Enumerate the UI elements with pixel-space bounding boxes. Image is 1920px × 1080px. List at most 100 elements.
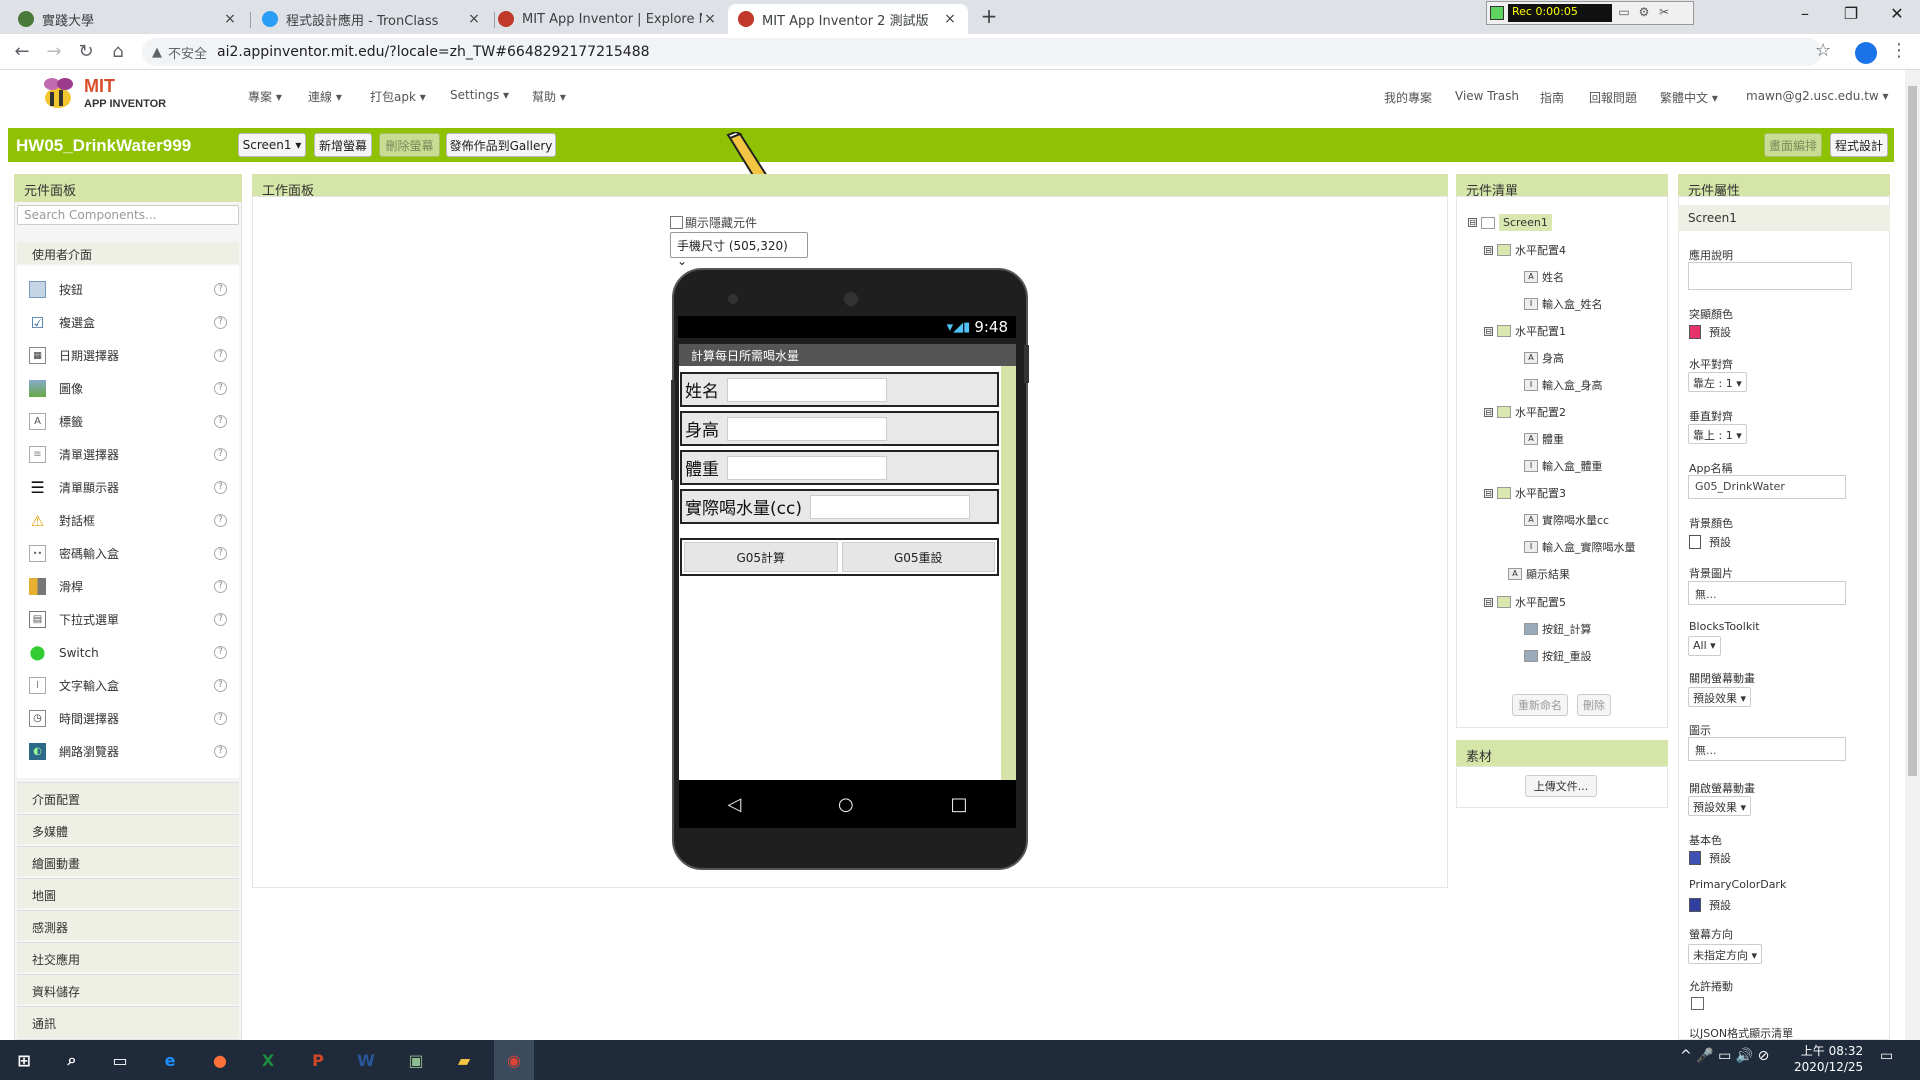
language-menu[interactable]: 繁體中文 ▾ bbox=[1660, 89, 1718, 106]
blocks-toolkit-dropdown[interactable]: All ▾ bbox=[1688, 636, 1721, 656]
palette-item-notifier[interactable]: ⚠ 對話框 ? bbox=[17, 504, 239, 537]
add-screen-button[interactable]: 新增螢幕 bbox=[314, 133, 372, 157]
category-layout[interactable]: 介面配置 bbox=[17, 782, 239, 812]
tab-app-inventor[interactable]: MIT App Inventor 2 測試版 × bbox=[728, 4, 968, 34]
new-tab-button[interactable]: + bbox=[975, 4, 1003, 28]
help-icon[interactable]: ? bbox=[214, 415, 227, 428]
omnibox[interactable]: ▲ 不安全 ai2.appinventor.mit.edu/?locale=zh… bbox=[142, 38, 1822, 66]
app-name-input[interactable]: G05_DrinkWater bbox=[1688, 475, 1846, 499]
tree-node-arrangement[interactable]: ⊟ 水平配置2 bbox=[1484, 404, 1566, 420]
component-search-input[interactable]: Search Components... bbox=[17, 205, 239, 225]
file-explorer-icon[interactable]: ▰ bbox=[452, 1048, 476, 1072]
arrangement-water[interactable]: 實際喝水量(cc) bbox=[680, 489, 999, 524]
water-textbox[interactable] bbox=[809, 494, 970, 519]
palette-item-webviewer[interactable]: ◐ 網路瀏覽器 ? bbox=[17, 735, 239, 768]
home-icon[interactable]: ⌂ bbox=[106, 40, 130, 64]
firefox-icon[interactable]: ● bbox=[208, 1048, 232, 1072]
help-icon[interactable]: ? bbox=[214, 613, 227, 626]
collapse-icon[interactable]: ⊟ bbox=[1484, 326, 1493, 336]
system-tray-icons[interactable]: ^ 🎤 ▭ 🔊 ⊘ bbox=[1680, 1048, 1769, 1064]
tree-node-button[interactable]: 按鈕_重設 bbox=[1524, 648, 1592, 664]
tree-node-textbox[interactable]: I 輸入盒_實際喝水量 bbox=[1524, 539, 1636, 555]
category-sensors[interactable]: 感測器 bbox=[17, 910, 239, 940]
tree-node-arrangement[interactable]: ⊟ 水平配置1 bbox=[1484, 323, 1566, 339]
menu-projects[interactable]: 專案 ▾ bbox=[248, 88, 282, 105]
nav-guide[interactable]: 指南 bbox=[1540, 89, 1564, 106]
tab-usc[interactable]: 實踐大學 × bbox=[8, 4, 248, 34]
show-hidden-checkbox[interactable]: 顯示隱藏元件 bbox=[670, 214, 757, 231]
help-icon[interactable]: ? bbox=[214, 679, 227, 692]
tree-node-arrangement[interactable]: ⊟ 水平配置3 bbox=[1484, 485, 1566, 501]
name-textbox[interactable] bbox=[727, 377, 887, 402]
category-drawing[interactable]: 繪圖動畫 bbox=[17, 846, 239, 876]
open-animation-dropdown[interactable]: 預設效果 ▾ bbox=[1688, 796, 1752, 816]
back-arrow-icon[interactable]: ← bbox=[10, 40, 34, 64]
upload-file-button[interactable]: 上傳文件... bbox=[1525, 775, 1597, 797]
palette-item-list-picker[interactable]: ≡ 清單選擇器 ? bbox=[17, 438, 239, 471]
tree-node-arrangement[interactable]: ⊟ 水平配置5 bbox=[1484, 594, 1566, 610]
nav-report-issue[interactable]: 回報問題 bbox=[1589, 89, 1637, 106]
account-menu[interactable]: mawn@g2.usc.edu.tw ▾ bbox=[1746, 89, 1889, 103]
palette-item-switch[interactable]: ⬤ Switch ? bbox=[17, 636, 239, 669]
collapse-icon[interactable]: ⊟ bbox=[1484, 597, 1493, 607]
align-vertical-dropdown[interactable]: 靠上 : 1 ▾ bbox=[1688, 424, 1747, 444]
weight-textbox[interactable] bbox=[727, 455, 887, 480]
background-image-input[interactable]: 無... bbox=[1688, 581, 1846, 605]
help-icon[interactable]: ? bbox=[214, 580, 227, 593]
close-window-button[interactable]: ✕ bbox=[1874, 0, 1920, 30]
checkbox-box[interactable] bbox=[670, 216, 683, 229]
notification-icon[interactable]: ▭ bbox=[1880, 1048, 1893, 1064]
arrangement-name[interactable]: 姓名 bbox=[680, 372, 999, 407]
edge-icon[interactable]: e bbox=[158, 1048, 182, 1072]
primary-color-picker[interactable]: 預設 bbox=[1689, 850, 1731, 866]
palette-item-spinner[interactable]: ▤ 下拉式選單 ? bbox=[17, 603, 239, 636]
nav-my-projects[interactable]: 我的專案 bbox=[1384, 89, 1432, 106]
accent-color-picker[interactable]: 預設 bbox=[1689, 324, 1731, 340]
help-icon[interactable]: ? bbox=[214, 646, 227, 659]
category-social[interactable]: 社交應用 bbox=[17, 942, 239, 972]
help-icon[interactable]: ? bbox=[214, 316, 227, 329]
tree-node-textbox[interactable]: I 輸入盒_體重 bbox=[1524, 458, 1603, 474]
taskbar-clock[interactable]: 上午 08:32 2020/12/25 bbox=[1794, 1043, 1863, 1075]
collapse-icon[interactable]: ⊟ bbox=[1468, 218, 1477, 227]
palette-item-label[interactable]: A 標籤 ? bbox=[17, 405, 239, 438]
close-icon[interactable]: × bbox=[942, 11, 958, 27]
page-scrollbar[interactable] bbox=[1905, 70, 1920, 1040]
mit-app-inventor-logo[interactable]: MIT APP INVENTOR bbox=[36, 74, 186, 114]
tree-node-button[interactable]: 按鈕_計算 bbox=[1524, 621, 1592, 637]
reload-icon[interactable]: ↻ bbox=[74, 40, 98, 64]
tab-tronclass[interactable]: 程式設計應用 - TronClass × bbox=[252, 4, 492, 34]
background-color-picker[interactable]: 預設 bbox=[1689, 534, 1731, 550]
rename-button[interactable]: 重新命名 bbox=[1512, 694, 1568, 716]
arrangement-buttons[interactable]: G05計算 G05重設 bbox=[680, 538, 999, 576]
palette-item-date-picker[interactable]: ▦ 日期選擇器 ? bbox=[17, 339, 239, 372]
help-icon[interactable]: ? bbox=[214, 283, 227, 296]
palette-item-button[interactable]: 按鈕 ? bbox=[17, 273, 239, 306]
tab-explore-mit[interactable]: MIT App Inventor | Explore MIT × bbox=[488, 4, 728, 34]
close-animation-dropdown[interactable]: 預設效果 ▾ bbox=[1688, 687, 1752, 707]
nav-view-trash[interactable]: View Trash bbox=[1455, 89, 1519, 103]
scrollable-checkbox[interactable] bbox=[1691, 997, 1704, 1010]
menu-connect[interactable]: 連線 ▾ bbox=[308, 88, 342, 105]
screen-select[interactable]: Screen1 ▾ bbox=[238, 133, 306, 157]
help-icon[interactable]: ? bbox=[214, 745, 227, 758]
tree-node-screen1[interactable]: ⊟ Screen1 bbox=[1468, 214, 1552, 231]
palette-item-checkbox[interactable]: ☑ 複選盒 ? bbox=[17, 306, 239, 339]
height-textbox[interactable] bbox=[727, 416, 887, 441]
tree-node-textbox[interactable]: I 輸入盒_身高 bbox=[1524, 377, 1603, 393]
calculate-button[interactable]: G05計算 bbox=[684, 542, 838, 572]
windows-start-icon[interactable]: ⊞ bbox=[12, 1048, 36, 1072]
menu-build[interactable]: 打包apk ▾ bbox=[370, 88, 426, 105]
tree-node-label[interactable]: A 顯示結果 bbox=[1508, 566, 1570, 582]
close-icon[interactable]: × bbox=[222, 11, 238, 27]
category-user-interface[interactable]: 使用者介面 bbox=[17, 242, 239, 264]
minimize-button[interactable]: – bbox=[1782, 0, 1828, 30]
category-storage[interactable]: 資料儲存 bbox=[17, 974, 239, 1004]
arrangement-height[interactable]: 身高 bbox=[680, 411, 999, 446]
powerpoint-icon[interactable]: P bbox=[306, 1048, 330, 1072]
bookmark-star-icon[interactable]: ☆ bbox=[1815, 40, 1831, 61]
help-icon[interactable]: ? bbox=[214, 514, 227, 527]
device-size-select[interactable]: 手機尺寸 (505,320) ⌄ bbox=[670, 232, 808, 268]
arrangement-weight[interactable]: 體重 bbox=[680, 450, 999, 485]
about-screen-textarea[interactable] bbox=[1688, 262, 1852, 290]
